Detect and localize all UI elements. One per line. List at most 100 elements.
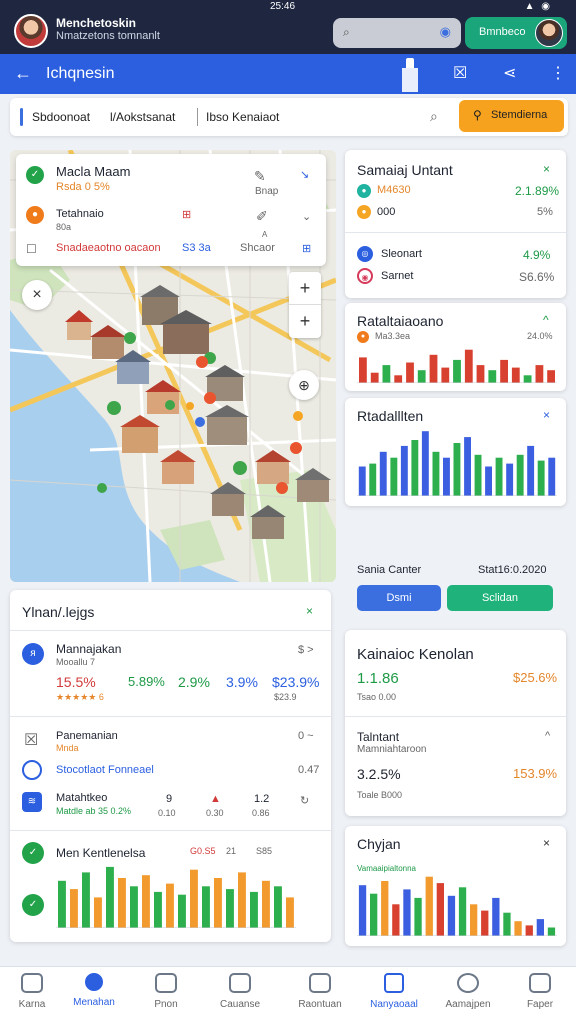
item2-sub: Mnda	[56, 743, 79, 753]
radio-icon[interactable]	[22, 760, 42, 780]
stat-icon-2: ●	[357, 205, 371, 219]
nav-item-calendar[interactable]: Faper	[508, 973, 572, 1010]
chart-card-1: Rataltaiaoano ^ ● Ma3.3ea 24.0%	[345, 303, 566, 391]
chart-bar	[154, 891, 162, 928]
shield-icon: ✓	[22, 894, 44, 916]
chart-bar	[506, 463, 514, 496]
divider	[345, 232, 566, 233]
kpi-sub-title: Talntant	[357, 730, 400, 744]
filter-tab-1[interactable]: Sbdoonoat	[32, 110, 90, 124]
primary-button[interactable]: Dsmi	[357, 585, 441, 611]
map-card-footer-right: Shcaor	[240, 242, 275, 254]
close-icon[interactable]: ×	[22, 280, 52, 310]
chart-bar	[390, 457, 398, 496]
brush-icon[interactable]: ✎	[254, 168, 266, 185]
stat-label-2: 000	[377, 206, 396, 218]
filter-action-button[interactable]: ⚲ Stemdierna	[459, 100, 564, 132]
chart-bar	[400, 445, 408, 496]
item1-val-3: 2.9%	[178, 674, 210, 690]
voice-icon[interactable]: ◉	[440, 24, 451, 40]
close-icon[interactable]: ×	[543, 836, 550, 850]
nav-label: Faper	[526, 999, 554, 1010]
nav-label: Menahan	[73, 997, 115, 1008]
collapse-icon[interactable]: ↘	[300, 168, 309, 181]
search-field[interactable]: ⌕ ◉	[333, 18, 461, 48]
close-icon[interactable]: ×	[543, 162, 550, 176]
avatar[interactable]	[14, 14, 48, 48]
chart-bar	[500, 359, 508, 383]
nav-item-cause[interactable]: Cauanse	[208, 973, 272, 1010]
item1-val-5: $23.9%	[272, 674, 320, 690]
chart-bar	[106, 866, 114, 928]
map-card-title-1: Macla Maam	[56, 164, 131, 179]
close-icon[interactable]: ×	[306, 604, 313, 618]
status-time: 25:46	[270, 1, 296, 12]
chart-bar	[488, 370, 497, 383]
stat-label-1: M4630	[377, 184, 411, 196]
calendar-icon	[529, 973, 551, 993]
nav-item-search[interactable]: Aamajpen	[436, 973, 500, 1010]
chart-bar	[527, 445, 535, 496]
home-icon	[21, 973, 43, 993]
edit-icon[interactable]: ☒	[453, 63, 467, 83]
checkbox-icon[interactable]: ☒	[24, 730, 38, 750]
check-icon: ✓	[26, 166, 44, 184]
page-title: Ichqnesin	[46, 65, 115, 82]
chart3-v3: S85	[256, 846, 273, 856]
chart-card-2: Rtadalllten ×	[345, 398, 566, 506]
tower-icon	[398, 58, 422, 92]
back-arrow-icon[interactable]: ←	[14, 63, 32, 84]
chart-bar	[447, 895, 456, 936]
nav-item-home[interactable]: Karna	[0, 973, 64, 1010]
chart-bar	[403, 889, 411, 936]
share-icon[interactable]: ⋖	[503, 63, 516, 83]
refresh-icon[interactable]: ↻	[300, 794, 309, 807]
search-icon[interactable]: ⌕	[430, 108, 438, 125]
item4-s1: 0.10	[158, 808, 176, 818]
pencil-icon[interactable]: ✐	[256, 208, 268, 225]
chevron-up-icon[interactable]: ^	[543, 313, 549, 327]
chart-bar	[214, 878, 222, 928]
user-subtitle: Nmatzetons tomnanlt	[56, 30, 160, 42]
nav-item-reports[interactable]: Nanyaoaal	[362, 973, 426, 1010]
chart-bar	[535, 365, 544, 383]
grid-icon[interactable]: ⊞	[302, 242, 311, 255]
chart-bar	[130, 886, 138, 928]
chart1-title: Rataltaiaoano	[357, 313, 444, 329]
locate-icon[interactable]: ⊕	[289, 370, 319, 400]
nav-item-notifications[interactable]: Raontuan	[288, 973, 352, 1010]
chart-card-3: Chyjan × Vamaaipialtonna	[345, 826, 566, 946]
item4-s3: 0.86	[252, 808, 270, 818]
list-title: Ylnan/.lejgs	[22, 604, 95, 620]
nav-item-phone[interactable]: Pnon	[134, 973, 198, 1010]
chart-bar	[58, 880, 66, 928]
chart-bar	[369, 463, 377, 496]
secondary-button[interactable]: Sclidan	[447, 585, 553, 611]
center-value: Stat16:0.2020	[478, 564, 547, 576]
chevron-up-icon[interactable]: ^	[545, 730, 550, 742]
chart-bar	[432, 451, 440, 496]
chart-bar	[492, 897, 500, 936]
nav-item-profile[interactable]: Menahan	[62, 973, 126, 1008]
filter-tab-3[interactable]: Ibso Kenaiaot	[206, 110, 279, 124]
chart-bar	[70, 889, 78, 928]
filter-tab-2[interactable]: l/Aokstsanat	[110, 110, 175, 124]
zoom-in-icon[interactable]: +	[289, 272, 321, 305]
more-icon[interactable]: ⋮	[550, 63, 566, 83]
chart-bar	[537, 460, 545, 496]
profile-button[interactable]: Bmnbeco	[465, 17, 567, 49]
item3-right: 0.47	[298, 764, 320, 776]
stat-value-4: S6.6%	[519, 270, 555, 284]
chart4-bars	[357, 876, 557, 936]
zoom-out-icon[interactable]: +	[289, 305, 321, 338]
chart1-bars	[357, 349, 557, 383]
chart-bar	[453, 359, 461, 383]
stat-value-3: 4.9%	[523, 248, 551, 262]
chart-bar	[359, 357, 367, 383]
chart-bar	[250, 891, 258, 928]
close-icon[interactable]: ×	[543, 408, 550, 422]
item4-s2: 0.30	[206, 808, 224, 818]
chevron-down-icon[interactable]: ⌄	[302, 210, 311, 223]
pin-icon: ⚲	[473, 108, 482, 122]
user-icon: ᴙ	[22, 643, 44, 665]
